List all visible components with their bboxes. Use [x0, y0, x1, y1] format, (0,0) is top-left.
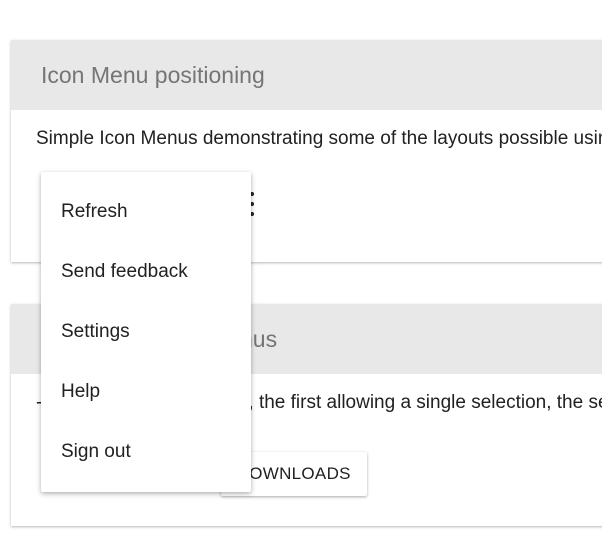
menu-item-settings[interactable]: Settings: [41, 302, 251, 362]
menu-item-help[interactable]: Help: [41, 362, 251, 422]
menu-item-send-feedback[interactable]: Send feedback: [41, 242, 251, 302]
downloads-button-label: OWNLOADS: [249, 464, 351, 483]
description-text: es, the first allowing a single selectio…: [228, 392, 602, 413]
card-description: Simple Icon Menus demonstrating some of …: [36, 128, 602, 149]
icon-menu-popover: Refresh Send feedback Settings Help Sign…: [41, 172, 251, 492]
page: Icon Menu positioning Simple Icon Menus …: [0, 0, 602, 546]
menu-item-refresh[interactable]: Refresh: [41, 182, 251, 242]
menu-item-sign-out[interactable]: Sign out: [41, 422, 251, 482]
card-title: Icon Menu positioning: [11, 40, 602, 110]
